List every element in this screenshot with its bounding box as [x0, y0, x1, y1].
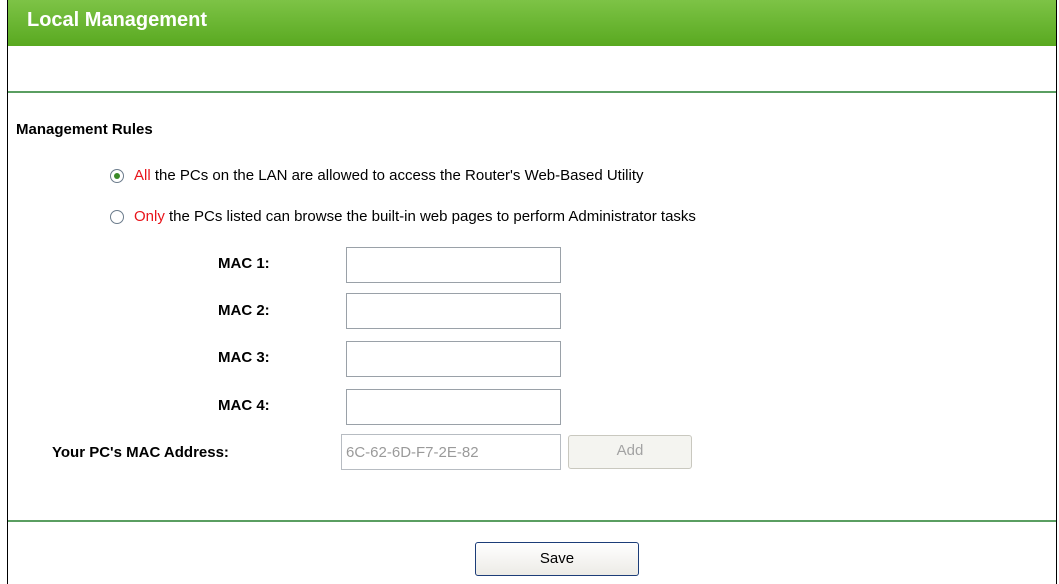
panel-header: Local Management	[8, 0, 1056, 46]
mac-1-label: MAC 1:	[218, 255, 270, 272]
option-all-text: the PCs on the LAN are allowed to access…	[150, 167, 644, 184]
option-only-highlight: Only	[134, 208, 165, 225]
save-button[interactable]: Save	[475, 542, 639, 576]
mac-3-input[interactable]	[346, 341, 561, 377]
panel-title: Local Management	[27, 9, 208, 31]
option-only-text: the PCs listed can browse the built-in w…	[164, 208, 696, 225]
add-button[interactable]: Add	[568, 435, 692, 469]
bottom-divider	[8, 520, 1056, 522]
option-all-pcs[interactable]: All the PCs on the LAN are allowed to ac…	[110, 167, 644, 184]
mac-1-input[interactable]	[346, 247, 561, 283]
mac-2-input[interactable]	[346, 293, 561, 329]
section-title: Management Rules	[16, 121, 153, 138]
radio-all-pcs[interactable]	[110, 168, 124, 183]
mac-4-label: MAC 4:	[218, 397, 270, 414]
mac-2-label: MAC 2:	[218, 302, 270, 319]
your-mac-input	[341, 434, 561, 470]
option-only-listed[interactable]: Only the PCs listed can browse the built…	[110, 208, 696, 225]
radio-only-listed[interactable]	[110, 209, 124, 224]
local-management-panel: Local Management Management Rules All th…	[7, 0, 1057, 584]
mac-4-input[interactable]	[346, 389, 561, 425]
mac-3-label: MAC 3:	[218, 349, 270, 366]
top-divider	[8, 91, 1056, 93]
your-mac-label: Your PC's MAC Address:	[52, 444, 229, 461]
option-all-highlight: All	[134, 167, 151, 184]
